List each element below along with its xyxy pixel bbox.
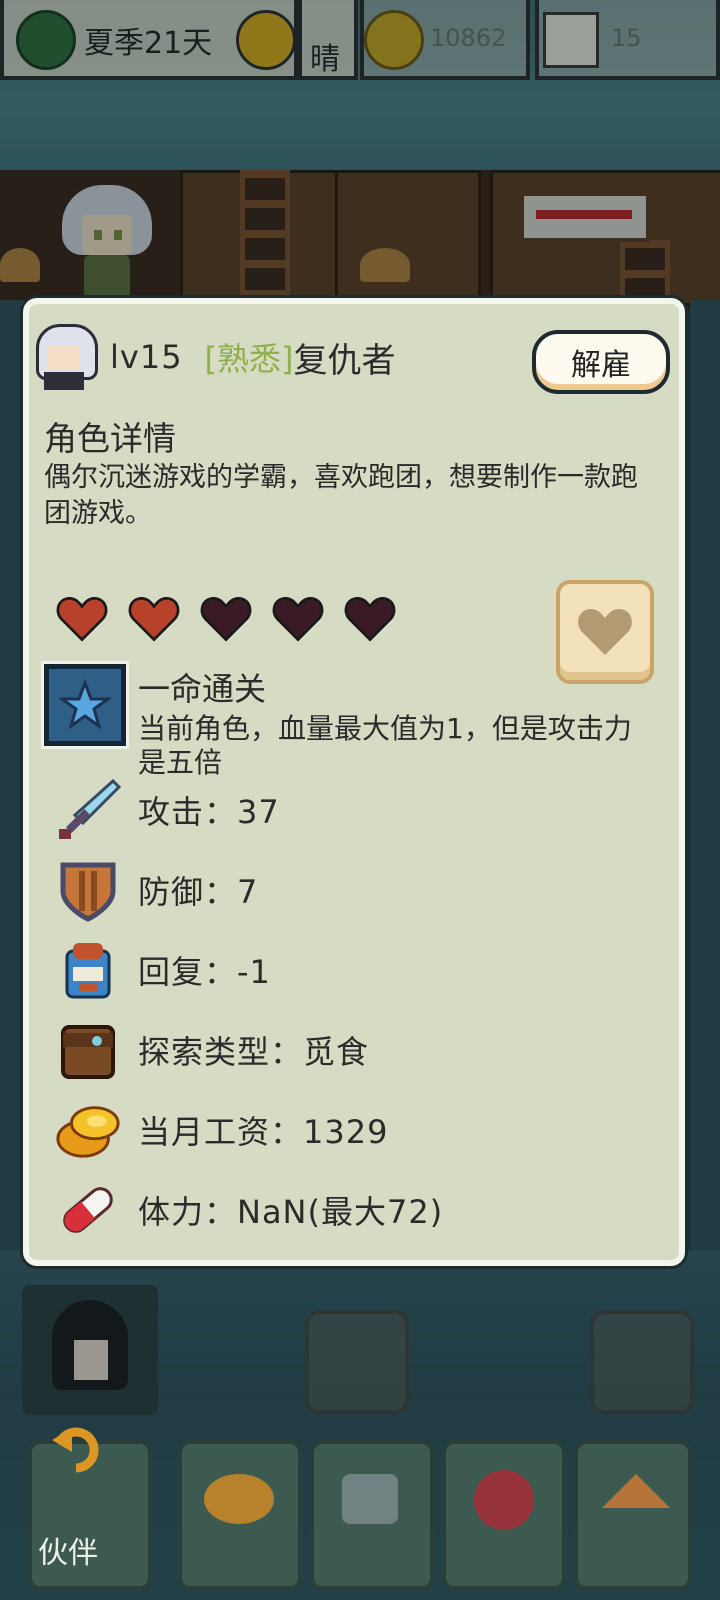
dismiss-button[interactable]: 解雇 — [532, 330, 670, 394]
hud-time-panel: 15 — [535, 0, 720, 80]
season-icon — [16, 10, 76, 70]
character-name: 复仇者 — [293, 340, 396, 381]
heart-empty-icon — [344, 594, 396, 646]
character-level: lv15 — [110, 338, 183, 376]
sword-icon — [54, 776, 122, 844]
nav-food[interactable] — [178, 1440, 302, 1590]
stat-stamina: 体力：NaN(最大72) — [54, 1175, 443, 1245]
stat-recovery: 回复：-1 — [54, 935, 271, 1005]
skill-description: 当前角色，血量最大值为1，但是攻击力是五倍 — [138, 712, 632, 779]
day-night-icon — [236, 10, 296, 70]
stat-label: 攻击：37 — [138, 793, 280, 831]
fast-forward-button[interactable] — [590, 1310, 694, 1414]
date-text: 夏季21天 — [84, 26, 213, 61]
pill-icon — [54, 1176, 122, 1244]
stat-label: 当月工资：1329 — [138, 1113, 389, 1151]
nav-watering[interactable] — [310, 1440, 434, 1590]
ghost-button-center — [305, 1310, 409, 1414]
heart-empty-icon — [272, 594, 324, 646]
heart-empty-icon — [200, 594, 252, 646]
shield-icon — [54, 856, 122, 924]
companion-portrait — [22, 1285, 158, 1415]
gift-heart-button[interactable] — [556, 580, 654, 684]
nav-partner-label: 伙伴 — [38, 1536, 98, 1571]
character-header: lv15 [熟悉] 复仇者 — [30, 322, 396, 392]
time-value: 15 — [611, 24, 642, 52]
background-right-edge — [690, 300, 720, 1260]
hud-date-panel: 夏季21天 — [0, 0, 298, 80]
gold-coins-icon — [54, 1096, 122, 1164]
skill-star-icon — [41, 661, 129, 749]
relation-tag: [熟悉] — [204, 340, 294, 378]
stat-label: 体力：NaN(最大72) — [138, 1193, 444, 1231]
details-title: 角色详情 — [44, 419, 176, 458]
home-icon — [602, 1474, 670, 1508]
stat-monthly-wage: 当月工资：1329 — [54, 1095, 388, 1165]
heart-icon — [578, 609, 632, 655]
wall-sign — [520, 192, 650, 242]
stat-label: 探索类型：觅食 — [138, 1033, 370, 1071]
hud-weather-panel: 晴 — [298, 0, 358, 80]
clock-icon — [543, 12, 599, 68]
backpack-icon — [54, 936, 122, 1004]
character-description: 偶尔沉迷游戏的学霸，喜欢跑团，想要制作一款跑团游戏。 — [44, 462, 638, 529]
hud-coin-panel: 10862 — [360, 0, 530, 80]
skill-name: 一命通关 — [138, 670, 267, 708]
stat-explore-type: 探索类型：觅食 — [54, 1015, 369, 1085]
stat-label: 回复：-1 — [138, 953, 271, 991]
character-sprite[interactable] — [62, 185, 152, 297]
stat-attack: 攻击：37 — [54, 775, 280, 845]
nav-flower[interactable] — [442, 1440, 566, 1590]
weather-text: 晴 — [310, 42, 340, 77]
coin-icon — [364, 10, 424, 70]
affection-hearts — [56, 594, 396, 646]
heart-filled-icon — [128, 594, 180, 646]
food-icon — [204, 1474, 274, 1524]
heart-filled-icon — [56, 594, 108, 646]
return-arrow-icon — [50, 1422, 99, 1473]
coin-count: 10862 — [430, 24, 507, 52]
stat-label: 防御：7 — [138, 873, 259, 911]
watering-can-icon — [342, 1474, 398, 1524]
satchel-icon — [54, 1016, 122, 1084]
stat-defense: 防御：7 — [54, 855, 258, 925]
character-avatar — [30, 322, 100, 392]
nav-home[interactable] — [574, 1440, 692, 1590]
flower-icon — [474, 1470, 534, 1530]
